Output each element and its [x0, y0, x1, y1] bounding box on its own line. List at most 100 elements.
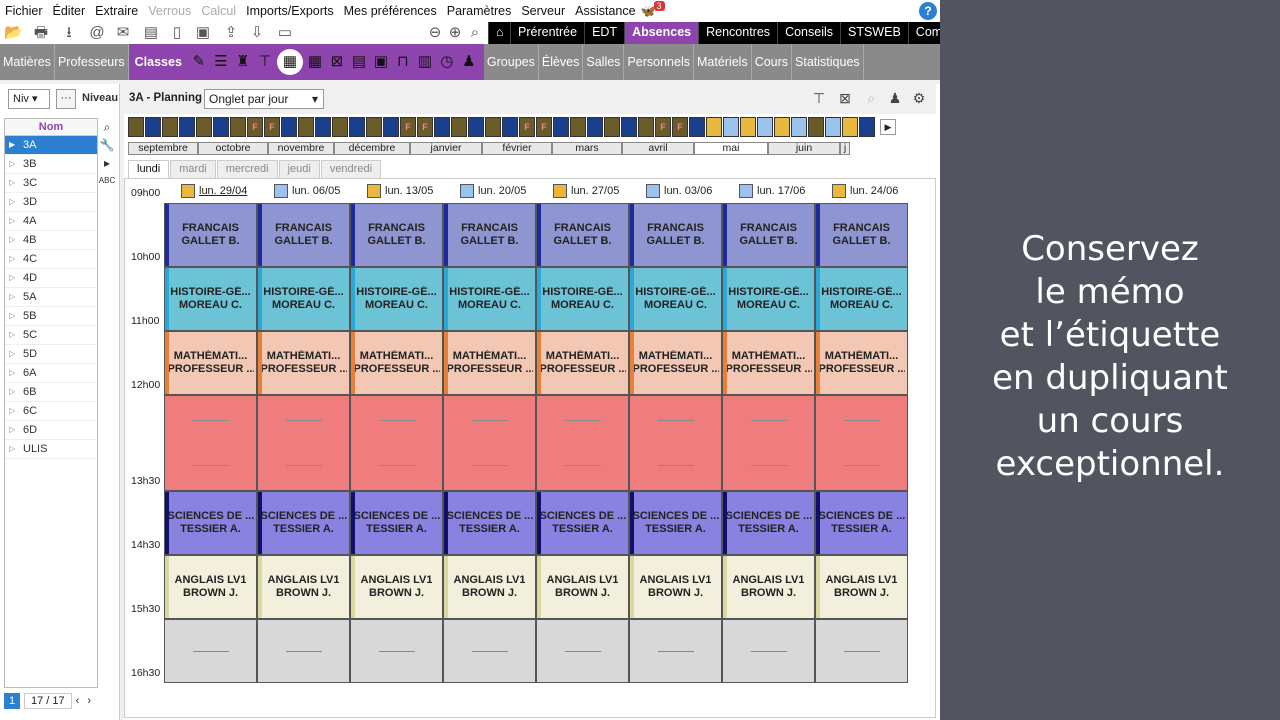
- month-mai[interactable]: mai: [694, 142, 768, 155]
- year-week-cell[interactable]: [570, 117, 586, 137]
- course-cell[interactable]: ANGLAIS LV1 BROWN J.: [815, 555, 908, 619]
- month-février[interactable]: février: [482, 142, 552, 155]
- subnav-personnels[interactable]: Personnels: [624, 44, 694, 80]
- next-page-icon[interactable]: ›: [83, 695, 95, 707]
- course-cell[interactable]: FRANCAIS GALLET B.: [722, 203, 815, 267]
- course-cell[interactable]: MATHÉMATI... PROFESSEUR ...: [722, 331, 815, 395]
- week-header[interactable]: lun. 06/05: [274, 183, 340, 199]
- back-arrow-icon[interactable]: ⊖: [426, 24, 444, 42]
- empty-slot[interactable]: [722, 395, 815, 491]
- delete-course-icon[interactable]: ⊠: [836, 90, 854, 108]
- clock-icon[interactable]: ◷: [437, 52, 457, 72]
- menu-fichier[interactable]: Fichier: [0, 4, 48, 18]
- class-item-6a[interactable]: 6A: [5, 364, 97, 383]
- year-week-cell[interactable]: [315, 117, 331, 137]
- subnav-élves[interactable]: Élèves: [539, 44, 584, 80]
- year-week-cell[interactable]: [366, 117, 382, 137]
- hanger-icon[interactable]: ⊓: [393, 52, 413, 72]
- course-cell[interactable]: SCIENCES DE ... TESSIER A.: [815, 491, 908, 555]
- year-week-cell[interactable]: [774, 117, 790, 137]
- wrench-icon[interactable]: 🔧: [98, 136, 116, 154]
- download-icon[interactable]: ⭳: [60, 24, 78, 42]
- course-cell[interactable]: SCIENCES DE ... TESSIER A.: [350, 491, 443, 555]
- week-header[interactable]: lun. 13/05: [367, 183, 433, 199]
- course-cell[interactable]: MATHÉMATI... PROFESSEUR ...: [443, 331, 536, 395]
- menu-assistance[interactable]: Assistance: [570, 4, 640, 18]
- menu-extraire[interactable]: Extraire: [90, 4, 143, 18]
- year-calendar-bar[interactable]: FFFFFFFF: [128, 117, 876, 137]
- menu-verrous[interactable]: Verrous: [143, 4, 196, 18]
- course-cell[interactable]: FRANCAIS GALLET B.: [815, 203, 908, 267]
- menu-mespréférences[interactable]: Mes préférences: [339, 4, 442, 18]
- year-week-cell[interactable]: [706, 117, 722, 137]
- year-week-cell[interactable]: [298, 117, 314, 137]
- mail-icon[interactable]: ✉: [114, 24, 132, 42]
- course-cell[interactable]: HISTOIRE-GÉ... MOREAU C.: [815, 267, 908, 331]
- class-item-3c[interactable]: 3C: [5, 174, 97, 193]
- year-week-cell[interactable]: F: [519, 117, 535, 137]
- year-week-cell[interactable]: [859, 117, 875, 137]
- year-week-cell[interactable]: [230, 117, 246, 137]
- course-cell[interactable]: FRANCAIS GALLET B.: [350, 203, 443, 267]
- course-cell[interactable]: MATHÉMATI... PROFESSEUR ...: [350, 331, 443, 395]
- class-item-4d[interactable]: 4D: [5, 269, 97, 288]
- week-header[interactable]: lun. 20/05: [460, 183, 526, 199]
- course-cell[interactable]: HISTOIRE-GÉ... MOREAU C.: [257, 267, 350, 331]
- class-item-6c[interactable]: 6C: [5, 402, 97, 421]
- course-cell[interactable]: MATHÉMATI... PROFESSEUR ...: [536, 331, 629, 395]
- window-icon[interactable]: ▭: [276, 24, 294, 42]
- phone-icon[interactable]: ▯: [168, 24, 186, 42]
- day-tab-vendredi[interactable]: vendredi: [320, 160, 382, 178]
- subnav-statistiques[interactable]: Statistiques: [792, 44, 864, 80]
- pager-current[interactable]: 1: [4, 693, 20, 709]
- subnav-classes[interactable]: Classes: [128, 44, 188, 80]
- week-header[interactable]: lun. 17/06: [739, 183, 805, 199]
- course-cell[interactable]: HISTOIRE-GÉ... MOREAU C.: [629, 267, 722, 331]
- print-icon[interactable]: 🖶: [32, 24, 50, 42]
- year-week-cell[interactable]: [383, 117, 399, 137]
- tab-conseils[interactable]: Conseils: [777, 22, 840, 44]
- week-header[interactable]: lun. 24/06: [832, 183, 898, 199]
- classroom-icon[interactable]: ⊤: [255, 52, 275, 72]
- year-week-cell[interactable]: [213, 117, 229, 137]
- empty-slot[interactable]: [536, 619, 629, 683]
- year-week-cell[interactable]: F: [672, 117, 688, 137]
- empty-slot[interactable]: [443, 619, 536, 683]
- empty-slot[interactable]: [629, 395, 722, 491]
- course-cell[interactable]: SCIENCES DE ... TESSIER A.: [722, 491, 815, 555]
- groups-icon[interactable]: ♜: [233, 52, 253, 72]
- empty-slot[interactable]: [443, 395, 536, 491]
- day-tab-mercredi[interactable]: mercredi: [216, 160, 278, 178]
- day-tab-mardi[interactable]: mardi: [170, 160, 216, 178]
- day-tab-lundi[interactable]: lundi: [128, 160, 170, 178]
- document-icon[interactable]: ▤: [142, 24, 160, 42]
- list-icon[interactable]: ☰: [211, 52, 231, 72]
- course-cell[interactable]: FRANCAIS GALLET B.: [443, 203, 536, 267]
- month-janvier[interactable]: janvier: [410, 142, 482, 155]
- year-week-cell[interactable]: [621, 117, 637, 137]
- week-header[interactable]: lun. 27/05: [553, 183, 619, 199]
- course-cell[interactable]: MATHÉMATI... PROFESSEUR ...: [257, 331, 350, 395]
- export-icon[interactable]: ⇪: [222, 24, 240, 42]
- more-options-button[interactable]: ···: [56, 89, 76, 109]
- month-j[interactable]: j: [840, 142, 850, 155]
- import-icon[interactable]: ⇩: [248, 24, 266, 42]
- course-cell[interactable]: ANGLAIS LV1 BROWN J.: [722, 555, 815, 619]
- class-item-3b[interactable]: 3B: [5, 155, 97, 174]
- at-icon[interactable]: @: [88, 24, 106, 42]
- empty-slot[interactable]: [257, 395, 350, 491]
- empty-slot[interactable]: [536, 395, 629, 491]
- year-week-cell[interactable]: [502, 117, 518, 137]
- year-week-cell[interactable]: [281, 117, 297, 137]
- course-cell[interactable]: SCIENCES DE ... TESSIER A.: [164, 491, 257, 555]
- empty-slot[interactable]: [350, 619, 443, 683]
- year-week-cell[interactable]: [162, 117, 178, 137]
- tab-edt[interactable]: EDT: [584, 22, 625, 44]
- month-décembre[interactable]: décembre: [334, 142, 410, 155]
- course-cell[interactable]: FRANCAIS GALLET B.: [536, 203, 629, 267]
- sort-icon[interactable]: ▸: [98, 154, 116, 172]
- menu-paramtres[interactable]: Paramètres: [442, 4, 517, 18]
- calendar-icon[interactable]: ▤: [349, 52, 369, 72]
- empty-slot[interactable]: [257, 619, 350, 683]
- home-icon[interactable]: ⌂: [488, 22, 510, 44]
